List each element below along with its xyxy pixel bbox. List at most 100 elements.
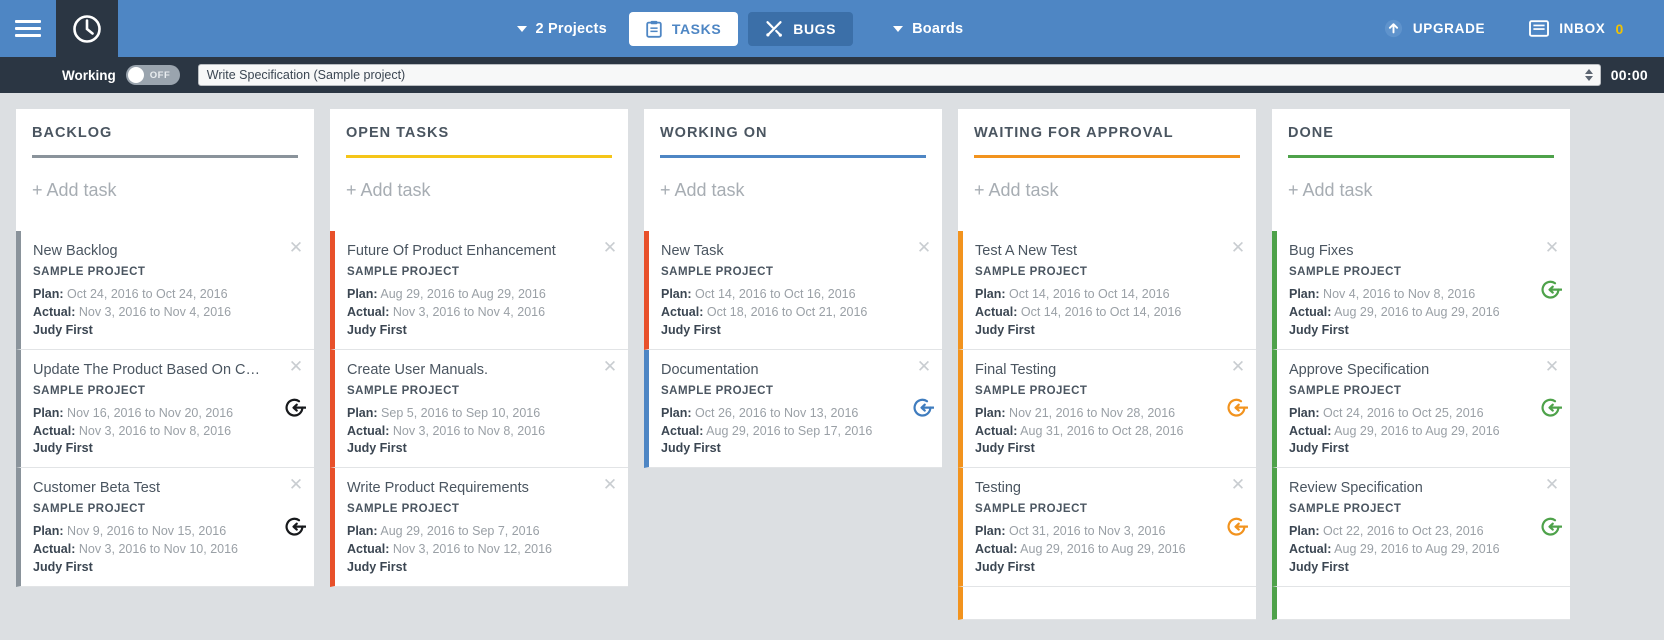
task-card-owner: Judy First — [347, 441, 407, 456]
task-card-close-button[interactable]: ✕ — [1544, 476, 1560, 493]
actual-label: Actual: — [347, 423, 390, 438]
task-card-close-button[interactable]: ✕ — [1230, 239, 1246, 256]
task-card-close-button[interactable]: ✕ — [1544, 358, 1560, 375]
hamburger-menu-button[interactable] — [0, 0, 56, 57]
column-title: WAITING FOR APPROVAL — [974, 125, 1174, 141]
task-card[interactable]: New Backlog SAMPLE PROJECT Plan: Oct 24, 2… — [16, 231, 314, 350]
move-back-circle-arrow-icon — [1227, 399, 1249, 418]
boards-dropdown[interactable]: Boards — [871, 21, 985, 37]
task-card-title: Final Testing — [975, 361, 1057, 378]
plan-label: Plan: — [347, 405, 378, 420]
task-card-owner: Judy First — [661, 322, 721, 337]
task-card-move-back-button[interactable] — [1226, 516, 1249, 538]
task-card-close-button[interactable]: ✕ — [288, 476, 304, 493]
actual-label: Actual: — [347, 304, 390, 319]
task-card-dates: Plan: Nov 4, 2016 to Nov 8, 2016 Actual: … — [1289, 286, 1556, 322]
plan-value: Nov 4, 2016 to Nov 8, 2016 — [1323, 287, 1476, 302]
task-card[interactable]: Documentation SAMPLE PROJECT Plan: Oct 26,… — [644, 349, 942, 469]
task-card[interactable] — [1272, 586, 1570, 620]
add-task-button[interactable]: + Add task — [958, 158, 1256, 231]
task-card-move-back-button[interactable] — [912, 397, 935, 419]
task-card-plan-line: Plan: Oct 24, 2016 to Oct 24, 2016 — [33, 286, 300, 304]
task-card[interactable]: Create User Manuals. SAMPLE PROJECT Plan: … — [330, 349, 628, 469]
inbox-button[interactable]: INBOX 0 — [1507, 20, 1646, 37]
plan-label: Plan: — [1289, 287, 1320, 302]
task-card-project: SAMPLE PROJECT — [347, 266, 460, 279]
task-card-title: New Backlog — [33, 243, 118, 259]
plan-label: Plan: — [661, 405, 692, 420]
task-card-close-button[interactable]: ✕ — [602, 358, 618, 375]
task-card-title: New Task — [661, 243, 724, 259]
add-task-button[interactable]: + Add task — [330, 158, 628, 231]
task-card-move-back-button[interactable] — [284, 397, 307, 419]
task-card-move-back-button[interactable] — [1226, 397, 1249, 419]
task-card-close-button[interactable]: ✕ — [602, 239, 618, 256]
task-card[interactable]: Review Specification SAMPLE PROJECT Plan: … — [1272, 468, 1570, 587]
nav-center-group: 2 Projects TASKS BUGS Boards — [118, 0, 1362, 57]
working-toggle-switch[interactable]: OFF — [125, 65, 180, 85]
task-card-plan-line: Plan: Aug 29, 2016 to Sep 7, 2016 — [347, 523, 614, 541]
task-card-owner: Judy First — [975, 441, 1035, 456]
add-task-button[interactable]: + Add task — [16, 158, 314, 231]
task-card[interactable]: Testing SAMPLE PROJECT Plan: Oct 31, 2016 … — [958, 468, 1256, 587]
task-card-close-button[interactable]: ✕ — [288, 239, 304, 256]
task-card-actual-line: Actual: Aug 29, 2016 to Aug 29, 2016 — [975, 541, 1242, 559]
task-card-move-back-button[interactable] — [1540, 279, 1563, 301]
task-card[interactable]: Test A New Test SAMPLE PROJECT Plan: Oct 1… — [958, 231, 1256, 350]
app-logo-button[interactable] — [56, 0, 118, 57]
plan-value: Sep 5, 2016 to Sep 10, 2016 — [381, 405, 541, 420]
active-task-select[interactable]: Write Specification (Sample project) — [197, 64, 1601, 86]
tab-tasks-label: TASKS — [671, 20, 722, 37]
task-card-plan-line: Plan: Oct 14, 2016 to Oct 14, 2016 — [975, 286, 1242, 304]
task-card[interactable]: Write Product Requirements SAMPLE PROJECT… — [330, 468, 628, 587]
task-card[interactable]: Update The Product Based On Custo… SAMPLE… — [16, 349, 314, 469]
task-card[interactable]: Bug Fixes SAMPLE PROJECT Plan: Nov 4, 2016… — [1272, 231, 1570, 350]
task-card-dates: Plan: Oct 31, 2016 to Nov 3, 2016 Actual:… — [975, 523, 1242, 559]
task-card-owner: Judy First — [347, 322, 407, 337]
kanban-board: BACKLOG + Add task New Backlog SAMPLE PROJE… — [0, 93, 1664, 640]
upgrade-button[interactable]: UPGRADE — [1362, 19, 1507, 38]
working-label: Working — [62, 67, 116, 83]
menu-icon — [15, 16, 41, 41]
task-card[interactable]: Approve Specification SAMPLE PROJECT Plan:… — [1272, 349, 1570, 469]
task-card-move-back-button[interactable] — [1540, 397, 1563, 419]
task-card-dates: Plan: Aug 29, 2016 to Sep 7, 2016 Actual:… — [347, 523, 614, 559]
add-task-button[interactable]: + Add task — [644, 158, 942, 231]
task-card-actual-line: Actual: Nov 3, 2016 to Nov 8, 2016 — [33, 423, 300, 441]
boards-dropdown-label: Boards — [912, 20, 964, 37]
task-card-actual-line: Actual: Nov 3, 2016 to Nov 10, 2016 — [33, 541, 300, 559]
task-card[interactable]: New Task SAMPLE PROJECT Plan: Oct 14, 2016… — [644, 231, 942, 350]
task-card[interactable] — [958, 586, 1256, 620]
add-task-button[interactable]: + Add task — [1272, 158, 1570, 231]
plan-label: Plan: — [347, 287, 378, 302]
task-card-close-button[interactable]: ✕ — [916, 358, 932, 375]
task-card[interactable]: Future Of Product Enhancement SAMPLE PROJ… — [330, 231, 628, 350]
task-card-move-back-button[interactable] — [284, 516, 307, 538]
column-title: BACKLOG — [32, 125, 113, 141]
nav-right-group: UPGRADE INBOX 0 — [1362, 19, 1664, 38]
task-card-title: Write Product Requirements — [347, 480, 529, 497]
move-back-circle-arrow-icon — [285, 399, 307, 418]
actual-label: Actual: — [1289, 304, 1332, 319]
move-back-circle-arrow-icon — [1541, 517, 1563, 536]
toggle-knob — [127, 67, 144, 83]
task-card-title: Update The Product Based On Custo… — [33, 361, 288, 378]
plan-value: Oct 31, 2016 to Nov 3, 2016 — [1009, 524, 1166, 539]
task-card-plan-line: Plan: Nov 16, 2016 to Nov 20, 2016 — [33, 405, 300, 423]
task-card-close-button[interactable]: ✕ — [1230, 476, 1246, 493]
tab-tasks[interactable]: TASKS — [628, 11, 739, 46]
plan-value: Oct 14, 2016 to Oct 16, 2016 — [695, 287, 856, 302]
task-card-move-back-button[interactable] — [1540, 516, 1563, 538]
projects-dropdown[interactable]: 2 Projects — [495, 21, 629, 37]
task-card-close-button[interactable]: ✕ — [602, 476, 618, 493]
task-card[interactable]: Customer Beta Test SAMPLE PROJECT Plan: No… — [16, 468, 314, 587]
tab-bugs[interactable]: BUGS — [748, 11, 854, 46]
task-card[interactable]: Final Testing SAMPLE PROJECT Plan: Nov 21,… — [958, 349, 1256, 469]
task-card-close-button[interactable]: ✕ — [288, 358, 304, 375]
column-header: WORKING ON — [644, 109, 942, 158]
task-card-close-button[interactable]: ✕ — [1230, 358, 1246, 375]
actual-value: Aug 31, 2016 to Oct 28, 2016 — [1020, 423, 1184, 438]
task-card-actual-line: Actual: Nov 3, 2016 to Nov 4, 2016 — [33, 304, 300, 322]
task-card-close-button[interactable]: ✕ — [1544, 239, 1560, 256]
task-card-close-button[interactable]: ✕ — [916, 239, 932, 256]
